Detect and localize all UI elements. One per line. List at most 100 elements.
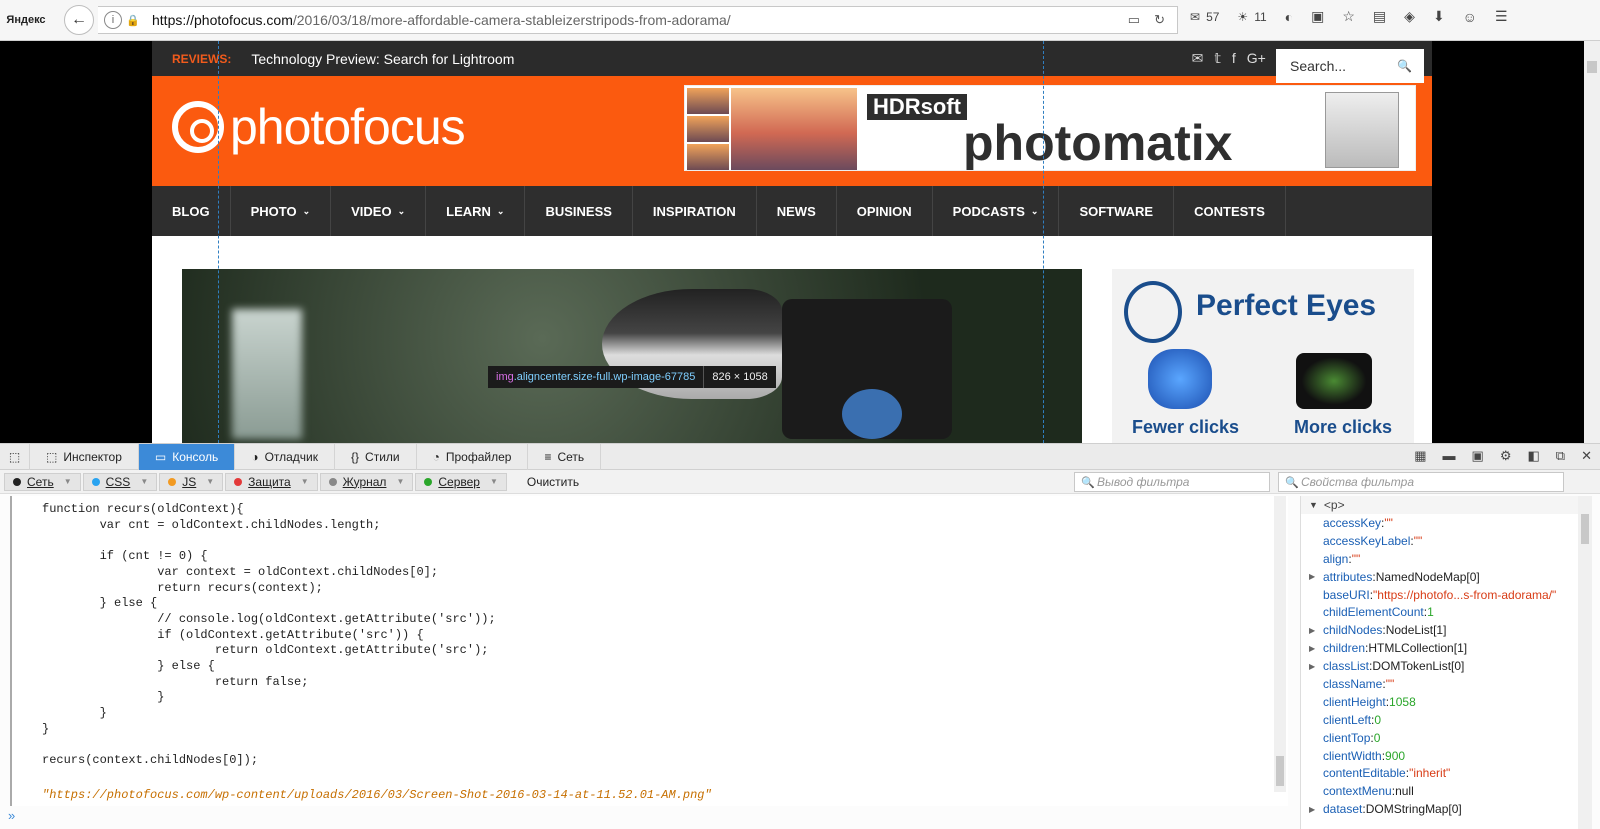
perfect-eyes-ad[interactable]: Perfect Eyes Fewer clicks More clicks: [1112, 269, 1414, 443]
expand-arrow-icon[interactable]: ▶: [1309, 662, 1315, 671]
email-icon[interactable]: ✉: [1192, 50, 1204, 67]
dropdown-arrow-icon[interactable]: ▼: [206, 477, 214, 486]
layout-icon[interactable]: ▦: [1414, 448, 1426, 464]
tab-console[interactable]: ▭ Консоль: [138, 443, 236, 470]
tab-profiler[interactable]: ◔ Профайлер: [417, 443, 529, 470]
tab-debugger[interactable]: ◑ Отладчик: [235, 443, 336, 470]
property-row[interactable]: ▶ children: HTMLCollection[1]: [1301, 639, 1592, 657]
nav-item-opinion[interactable]: OPINION: [837, 186, 933, 236]
collapse-icon[interactable]: ▼: [1309, 500, 1318, 510]
filter-toggle[interactable]: Сеть ▼: [4, 472, 81, 491]
props-filter-input[interactable]: 🔍 Свойства фильтра: [1278, 472, 1564, 492]
page-scrollbar[interactable]: [1584, 41, 1600, 443]
expand-arrow-icon[interactable]: ▶: [1309, 572, 1315, 581]
tab-style-editor[interactable]: {} Стили: [335, 443, 417, 470]
property-row[interactable]: clientTop: 0: [1301, 729, 1592, 747]
property-row[interactable]: ▶ dataset: DOMStringMap[0]: [1301, 800, 1592, 818]
split-console-icon[interactable]: ▬: [1443, 448, 1456, 464]
property-row[interactable]: baseURI: "https://photofo...s-from-adora…: [1301, 586, 1592, 604]
tab-inspector[interactable]: ⬚ Инспектор: [30, 443, 139, 470]
separate-window-icon[interactable]: ⧉: [1556, 448, 1565, 464]
nav-item-software[interactable]: SOFTWARE: [1059, 186, 1175, 236]
property-row[interactable]: align: "": [1301, 550, 1592, 568]
google-plus-icon[interactable]: G+: [1247, 50, 1266, 67]
property-row[interactable]: ▶ childNodes: NodeList[1]: [1301, 621, 1592, 639]
reviews-story-link[interactable]: Technology Preview: Search for Lightroom: [251, 51, 514, 67]
bookmark-manager-icon[interactable]: ▣: [1311, 8, 1324, 25]
pick-element-icon[interactable]: ⬚: [0, 443, 30, 470]
yandex-logo[interactable]: Яндекс: [0, 14, 52, 26]
reader-view-icon[interactable]: ▭: [1128, 12, 1140, 28]
property-row[interactable]: ▶ attributes: NamedNodeMap[0]: [1301, 568, 1592, 586]
filter-toggle[interactable]: JS ▼: [159, 472, 224, 491]
property-row[interactable]: contentEditable: "inherit": [1301, 764, 1592, 782]
filter-toggle[interactable]: Сервер ▼: [415, 472, 507, 491]
expand-arrow-icon[interactable]: ▶: [1309, 644, 1315, 653]
dock-side-icon[interactable]: ◧: [1528, 448, 1540, 464]
filter-toggle[interactable]: CSS ▼: [82, 472, 158, 491]
property-row[interactable]: className: "": [1301, 675, 1592, 693]
console-prompt-icon[interactable]: »: [8, 808, 15, 823]
nav-item-business[interactable]: BUSINESS: [525, 186, 633, 236]
nav-item-news[interactable]: NEWS: [757, 186, 837, 236]
bookmark-star-icon[interactable]: ☆: [1342, 8, 1355, 25]
nav-item-inspiration[interactable]: INSPIRATION: [633, 186, 757, 236]
property-row[interactable]: ▶ classList: DOMTokenList[0]: [1301, 657, 1592, 675]
property-row[interactable]: accessKey: "": [1301, 514, 1592, 532]
nav-item-learn[interactable]: LEARN ⌄: [426, 186, 526, 236]
dropdown-arrow-icon[interactable]: ▼: [301, 477, 309, 486]
twitter-icon[interactable]: 𝕥: [1214, 50, 1221, 67]
weather-button[interactable]: ☀ 11: [1237, 10, 1266, 24]
tab-label: Инспектор: [63, 449, 122, 464]
download-icon[interactable]: ⬇: [1433, 8, 1445, 25]
menu-icon[interactable]: ☰: [1495, 8, 1508, 25]
expand-arrow-icon[interactable]: ▶: [1309, 805, 1315, 814]
dropdown-arrow-icon[interactable]: ▼: [64, 477, 72, 486]
close-icon[interactable]: ✕: [1581, 448, 1592, 464]
lock-icon[interactable]: 🔒: [126, 14, 144, 27]
filter-toggle[interactable]: Защита ▼: [225, 472, 318, 491]
node-header[interactable]: ▼ <p>: [1301, 496, 1592, 514]
expand-arrow-icon[interactable]: ▶: [1309, 626, 1315, 635]
nav-item-video[interactable]: VIDEO ⌄: [331, 186, 427, 236]
property-row[interactable]: childElementCount: 1: [1301, 603, 1592, 621]
console-result[interactable]: "https://photofocus.com/wp-content/uploa…: [42, 788, 712, 802]
nav-item-photo[interactable]: PHOTO ⌄: [231, 186, 332, 236]
console-scroll-thumb[interactable]: [1276, 756, 1284, 786]
output-filter-input[interactable]: 🔍 Вывод фильтра: [1074, 472, 1270, 492]
console-output[interactable]: function recurs(oldContext){ var cnt = o…: [10, 496, 1288, 806]
dropdown-arrow-icon[interactable]: ▼: [396, 477, 404, 486]
site-search-input[interactable]: Search... 🔍: [1276, 49, 1424, 83]
property-row[interactable]: clientLeft: 0: [1301, 711, 1592, 729]
nav-item-podcasts[interactable]: PODCASTS ⌄: [933, 186, 1060, 236]
smiley-icon[interactable]: ☺: [1463, 9, 1477, 25]
mail-button[interactable]: ✉ 57: [1190, 10, 1219, 24]
settings-icon[interactable]: ⚙: [1500, 448, 1512, 464]
tab-network[interactable]: ≡ Сеть: [528, 443, 602, 470]
dropdown-arrow-icon[interactable]: ▼: [140, 477, 148, 486]
info-icon[interactable]: i: [104, 11, 122, 29]
address-bar[interactable]: i 🔒 https://photofocus.com/2016/03/18/mo…: [98, 6, 1178, 34]
search-icon[interactable]: 🔍: [1397, 59, 1412, 73]
property-row[interactable]: clientWidth: 900: [1301, 747, 1592, 765]
responsive-design-icon[interactable]: ▣: [1472, 448, 1484, 464]
site-header: photofocus HDRsoft photomatix: [152, 76, 1432, 186]
reload-icon[interactable]: ↻: [1154, 12, 1165, 28]
extension-icon[interactable]: ◐: [1285, 9, 1293, 25]
pocket-icon[interactable]: ◈: [1404, 8, 1415, 25]
property-row[interactable]: accessKeyLabel: "": [1301, 532, 1592, 550]
clear-console-button[interactable]: Очистить: [513, 473, 593, 491]
facebook-icon[interactable]: f: [1232, 50, 1236, 67]
filter-toggle[interactable]: Журнал ▼: [319, 472, 414, 491]
site-logo[interactable]: photofocus: [172, 98, 466, 156]
reading-list-icon[interactable]: ▤: [1373, 8, 1386, 25]
nav-item-contests[interactable]: CONTESTS: [1174, 186, 1286, 236]
photomatix-banner-ad[interactable]: HDRsoft photomatix: [684, 85, 1416, 171]
dropdown-arrow-icon[interactable]: ▼: [490, 477, 498, 486]
page-scroll-thumb[interactable]: [1587, 61, 1597, 73]
hero-image[interactable]: [182, 269, 1082, 443]
property-row[interactable]: contextMenu: null: [1301, 782, 1592, 800]
property-row[interactable]: clientHeight: 1058: [1301, 693, 1592, 711]
console-scrollbar[interactable]: [1274, 496, 1286, 792]
back-button[interactable]: ←: [64, 5, 94, 35]
